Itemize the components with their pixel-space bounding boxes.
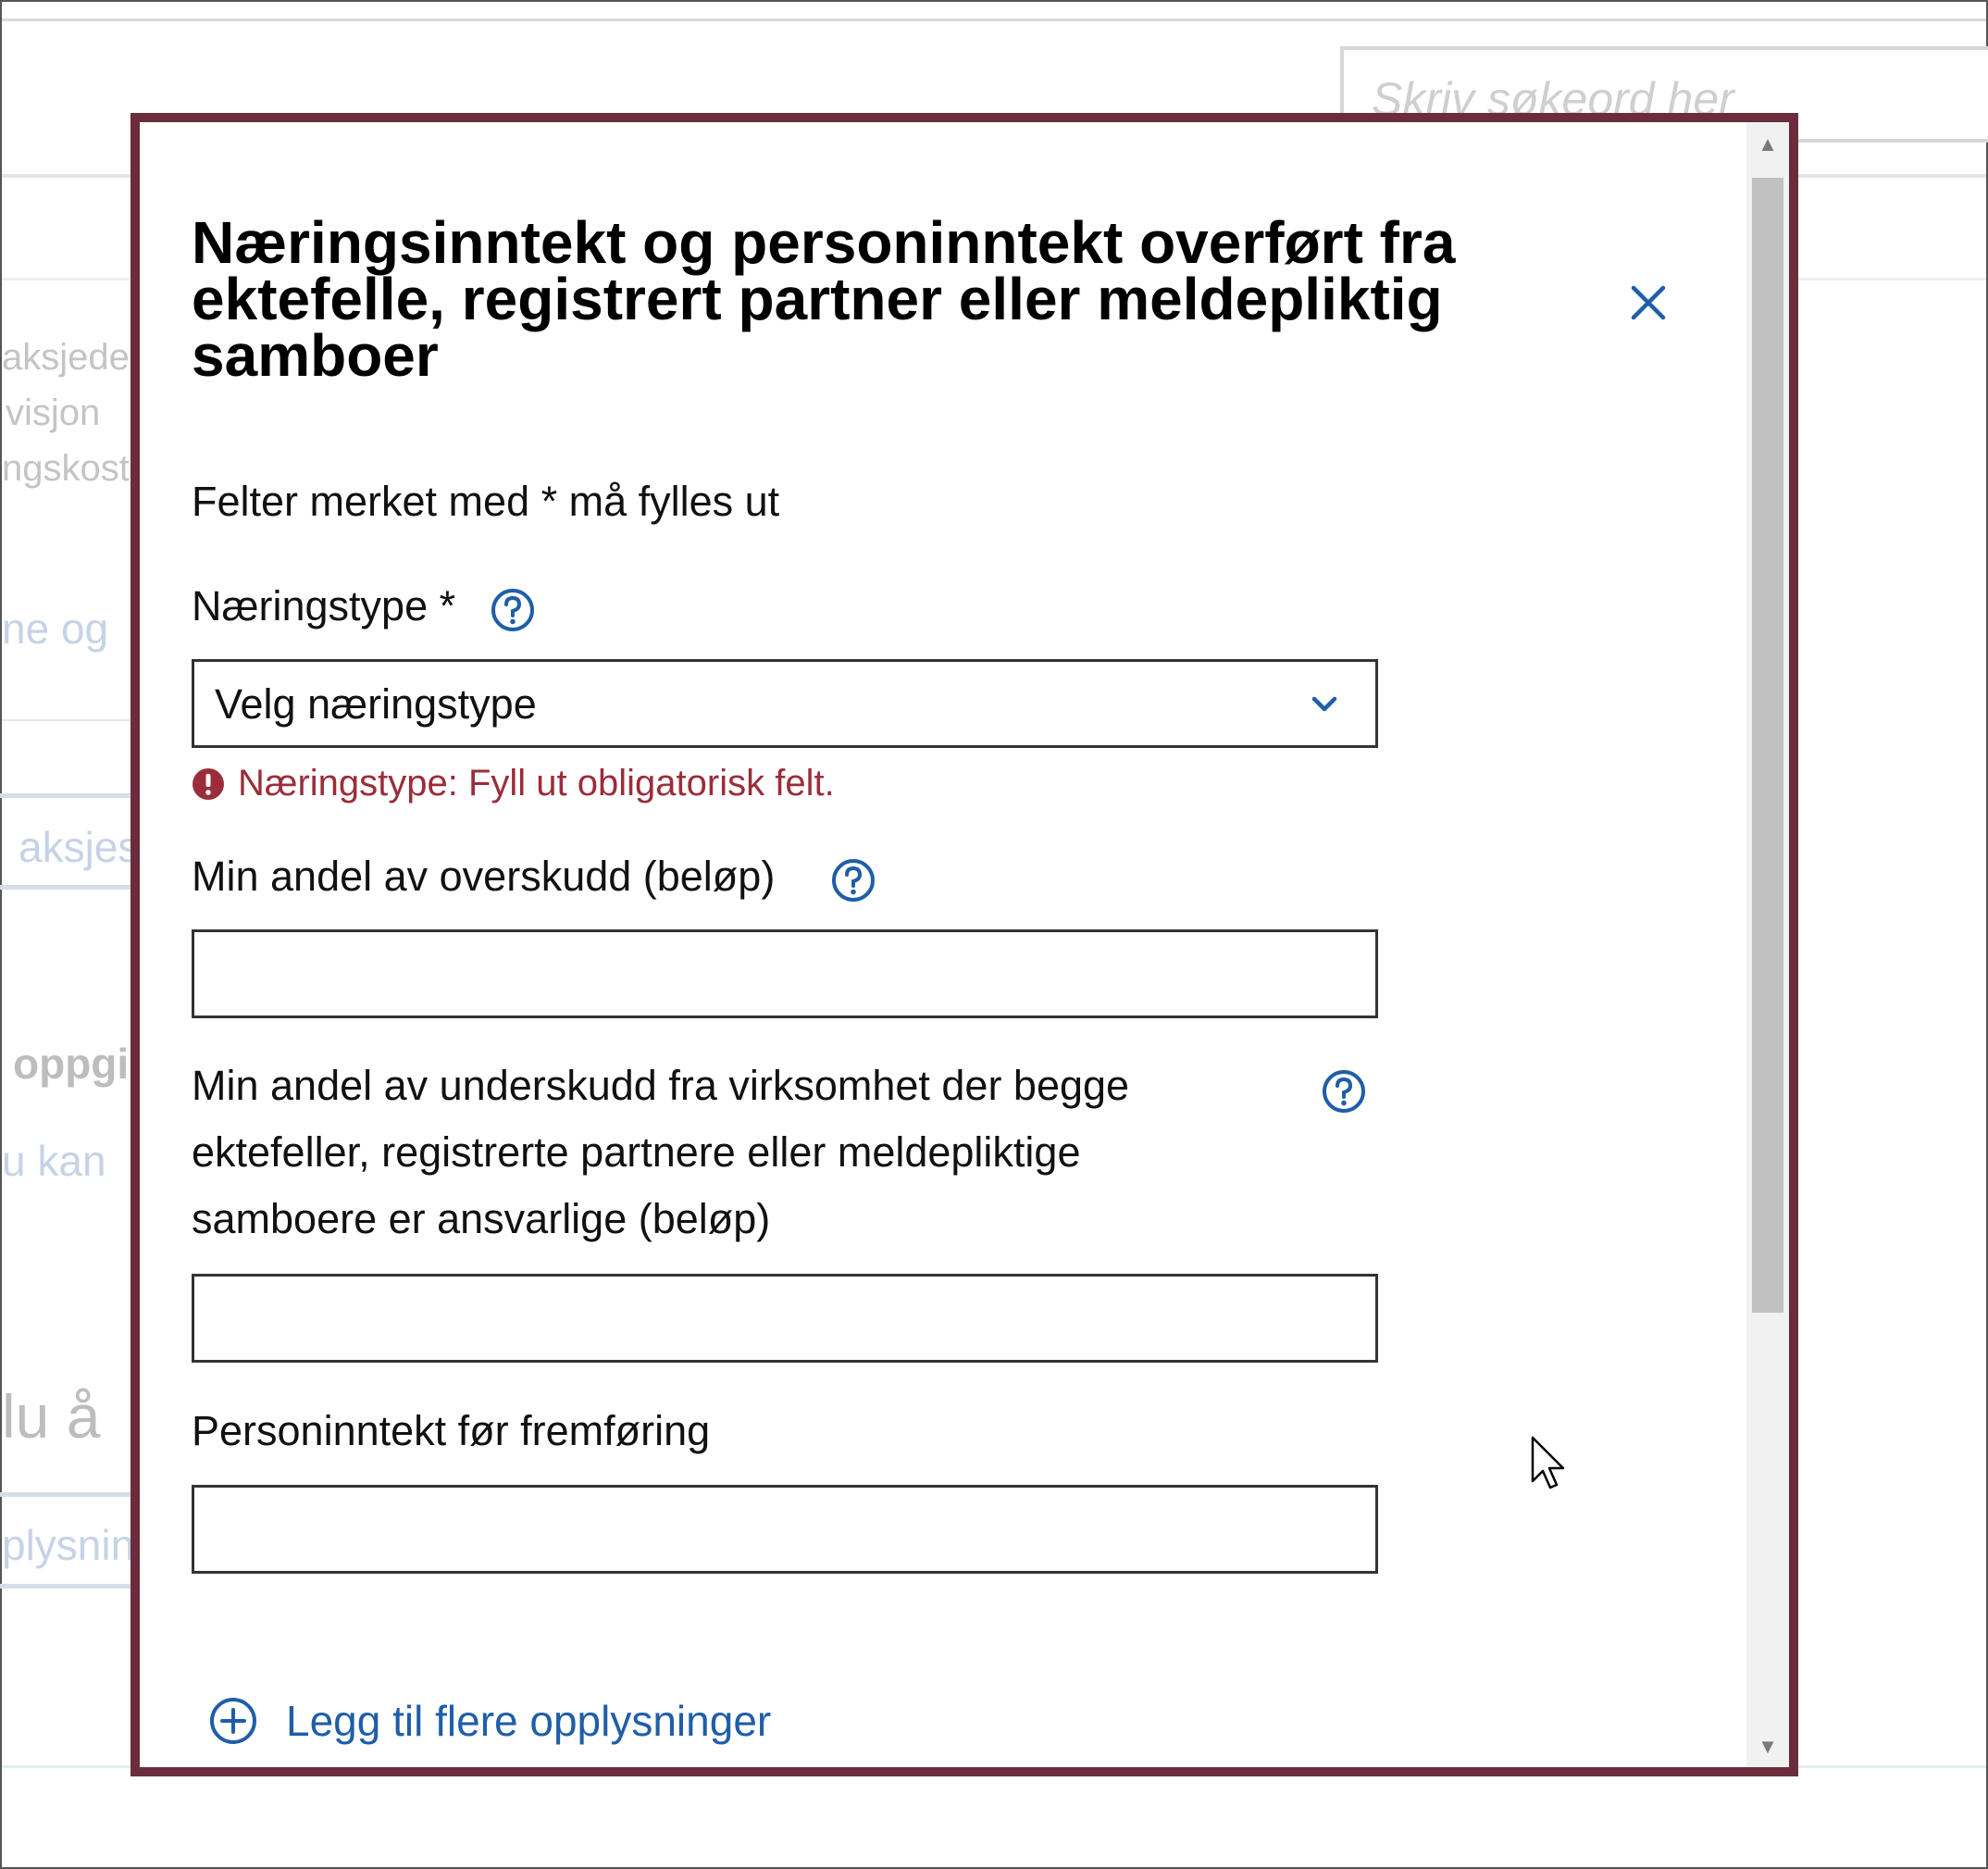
required-fields-note: Felter merket med * må fylles ut [192,478,780,525]
naeringstype-label: Næringstype * [192,582,456,629]
personinntekt-label: Personinntekt før fremføring [192,1407,711,1454]
bg-fragment: ne og [2,604,109,653]
overskudd-input[interactable] [192,929,1378,1018]
plus-circle-icon [210,1698,256,1744]
add-more-label: Legg til flere opplysninger [286,1697,772,1745]
personinntekt-input[interactable] [192,1485,1378,1574]
bg-fragment: lu å [2,1382,101,1451]
underskudd-label: Min andel av underskudd fra virksomhet d… [192,1062,1130,1242]
header-divider [2,19,1986,21]
scroll-down-arrow-icon[interactable]: ▼ [1746,1730,1789,1763]
add-more-info-link[interactable]: Legg til flere opplysninger [208,1696,771,1746]
underskudd-input[interactable] [192,1274,1378,1363]
naeringstype-error: Næringstype: Fyll ut obligatorisk felt. [192,763,835,804]
section-divider [2,719,150,721]
scroll-up-arrow-icon[interactable]: ▲ [1746,128,1789,161]
modal-title: Næringsinntekt og personinntekt overført… [192,209,1456,389]
overskudd-label: Min andel av overskudd (beløp) [192,853,776,900]
error-icon [193,767,224,800]
bg-fragment: u kan [2,1137,106,1185]
error-message: Næringstype: Fyll ut obligatorisk felt. [238,763,835,804]
bg-fragment: oppgi [13,1040,130,1088]
modal-scrollbar[interactable]: ▲ ▼ [1746,122,1789,1767]
bg-fragment: visjon [6,392,101,433]
help-icon[interactable] [490,587,536,633]
help-icon[interactable] [830,857,876,903]
naeringstype-select[interactable]: Velg næringstype [192,659,1378,748]
modal-dialog: Næringsinntekt og personinntekt overført… [130,113,1798,1776]
bg-fragment: aksjede [2,337,130,378]
close-button[interactable] [1621,275,1676,330]
bg-fragment: aksjes [19,823,140,871]
scrollbar-thumb[interactable] [1752,178,1783,1313]
bg-fragment: ngskost [2,448,130,489]
chevron-down-icon [1311,696,1337,712]
close-icon [1631,285,1666,320]
naeringstype-selected-value: Velg næringstype [215,680,537,728]
mouse-pointer-icon [1531,1436,1565,1489]
modal-content: Næringsinntekt og personinntekt overført… [140,122,1746,1767]
help-icon[interactable] [1321,1068,1367,1115]
bg-fragment: plysnin [2,1521,135,1569]
